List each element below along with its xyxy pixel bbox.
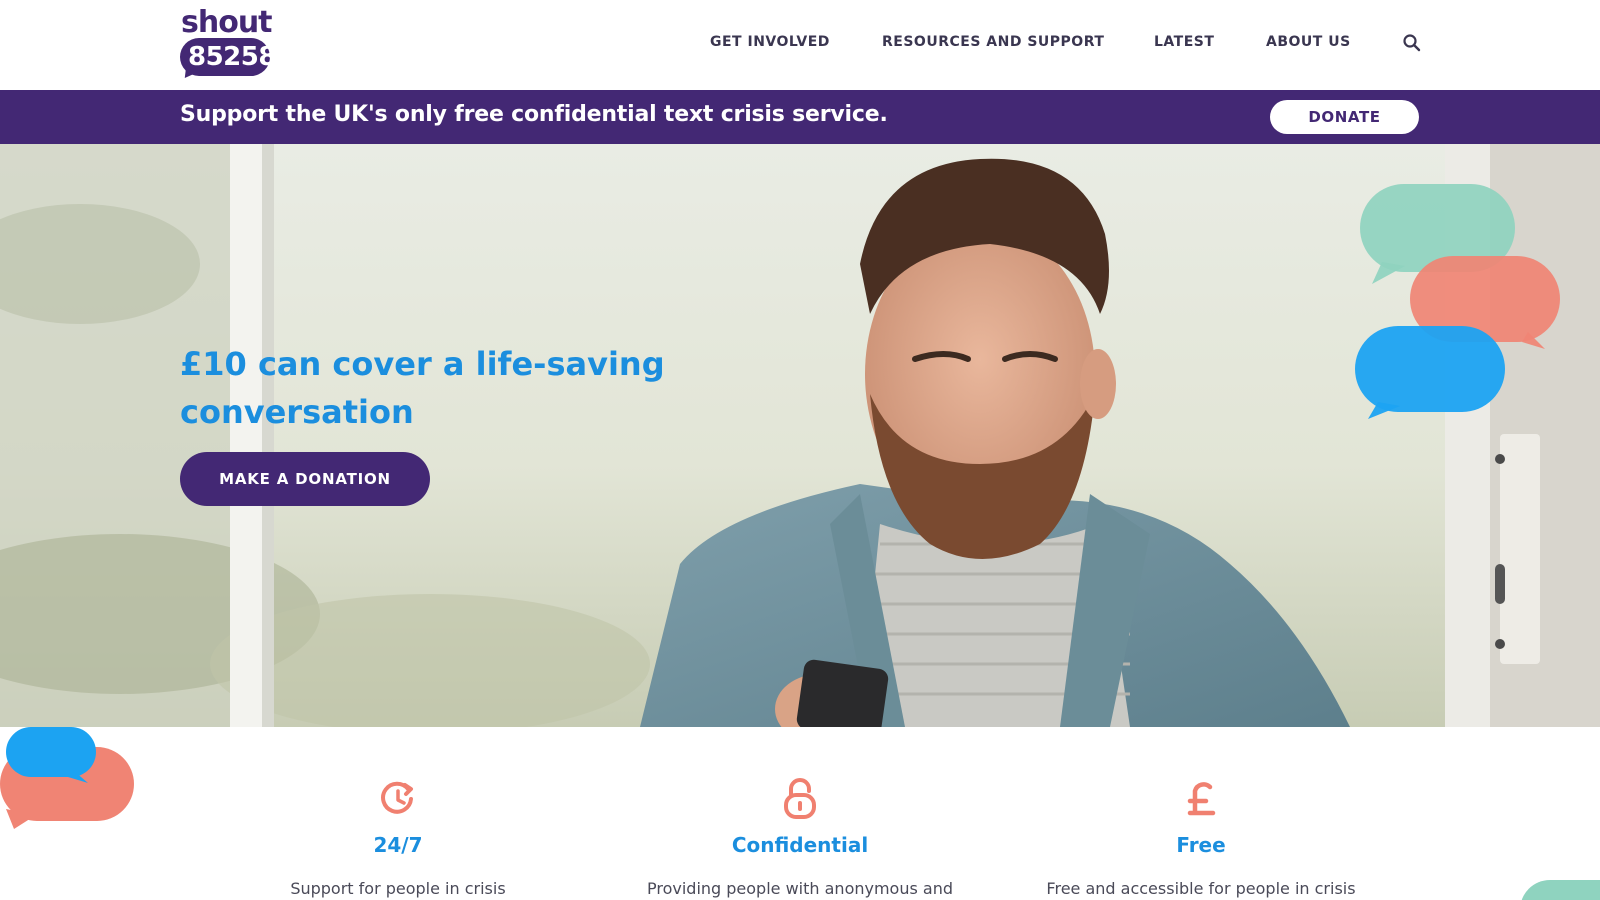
features-section: 24/7 Support for people in crisis Confid… [0,727,1600,900]
donate-banner: Support the UK's only free confidential … [0,90,1600,144]
feature-title: Confidential [731,833,869,857]
nav-get-involved[interactable]: GET INVOLVED [710,34,830,50]
main-nav: GET INVOLVED RESOURCES AND SUPPORT LATES… [0,34,1600,54]
speech-bubbles-decoration [0,727,134,829]
site-header: shout 85258 GET INVOLVED RESOURCES AND S… [0,0,1600,90]
feature-desc: Free and accessible for people in crisis [1046,879,1356,898]
clock-icon [381,781,413,814]
nav-resources-and-support[interactable]: RESOURCES AND SUPPORT [882,34,1104,50]
pound-icon [1187,782,1216,816]
nav-about-us[interactable]: ABOUT US [1266,34,1351,50]
feature-title: 24/7 [373,833,423,857]
donate-button[interactable]: DONATE [1270,100,1419,134]
feature-title: Free [1176,833,1226,857]
feature-desc: Providing people with anonymous and [646,879,953,898]
nav-latest[interactable]: LATEST [1154,34,1214,50]
hero-section: £10 can cover a life-saving conversation… [0,144,1600,727]
banner-text: Support the UK's only free confidential … [180,102,888,127]
make-donation-button[interactable]: MAKE A DONATION [180,452,430,506]
feature-desc: Support for people in crisis [290,879,506,898]
hero-title: £10 can cover a life-saving conversation [180,345,665,431]
padlock-icon [784,778,816,819]
search-icon[interactable] [1402,33,1422,53]
